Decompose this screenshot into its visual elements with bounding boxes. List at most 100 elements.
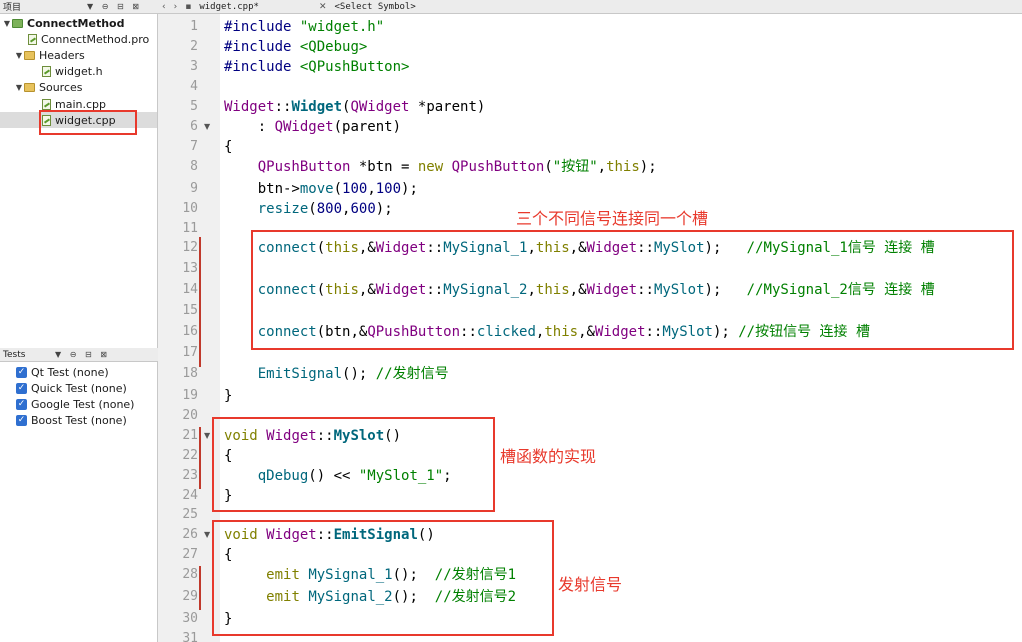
checkbox-checked-icon[interactable]: ✓ [16, 367, 27, 378]
filter-icon[interactable]: ▼ ⊖ ⊟ ⊠ [87, 2, 142, 11]
code-token: 100 [375, 181, 402, 197]
line-number: 20 [182, 408, 198, 423]
change-marker [199, 566, 201, 610]
change-marker [199, 237, 201, 367]
highlight-box-emit [212, 520, 554, 636]
test-item-boost[interactable]: ✓ Boost Test (none) [16, 413, 127, 428]
line-number: 26 [182, 527, 198, 542]
highlight-box-slot [212, 417, 495, 512]
tree-item-sources[interactable]: ▼ Sources [0, 79, 157, 95]
code-token: Widget [224, 99, 275, 115]
line-number: 24 [182, 488, 198, 503]
code-token: move [299, 181, 334, 197]
line-number: 27 [182, 547, 198, 562]
code-line[interactable]: Widget::Widget(QWidget *parent) [224, 97, 485, 117]
code-token: resize [257, 201, 309, 217]
project-panel-title: 项目 [3, 3, 22, 13]
code-token: 600 [350, 201, 376, 217]
line-number: 9 [190, 181, 198, 196]
code-line[interactable]: : QWidget(parent) [224, 117, 401, 137]
code-token: EmitSignal [257, 366, 343, 382]
chevron-down-icon[interactable]: ▼ [2, 19, 12, 28]
code-token: *parent) [409, 99, 486, 115]
line-number: 6 [190, 119, 198, 134]
code-line[interactable]: QPushButton *btn = new QPushButton("按钮",… [224, 157, 657, 177]
code-token: (parent) [333, 119, 402, 135]
code-token: 100 [342, 181, 368, 197]
chevron-down-icon[interactable]: ▼ [14, 83, 24, 92]
line-number: 30 [182, 611, 198, 626]
code-line[interactable]: EmitSignal(); //发射信号 [224, 364, 449, 384]
code-line[interactable]: btn->move(100,100); [224, 179, 418, 199]
test-item-quick[interactable]: ✓ Quick Test (none) [16, 381, 127, 396]
project-panel-toolbar: 项目 ▼ ⊖ ⊟ ⊠ [0, 0, 158, 14]
code-line[interactable]: #include <QPushButton> [224, 57, 409, 77]
tree-item-label: Headers [39, 48, 85, 62]
line-number: 18 [182, 366, 198, 381]
test-item-google[interactable]: ✓ Google Test (none) [16, 397, 134, 412]
code-token: { [224, 139, 233, 155]
tree-item-label: ConnectMethod [27, 16, 125, 30]
line-number: 13 [182, 261, 198, 276]
checkbox-checked-icon[interactable]: ✓ [16, 415, 27, 426]
code-token: QWidget [350, 99, 410, 115]
file-tab[interactable]: widget.cpp* [199, 2, 259, 12]
code-token: #include [224, 39, 292, 55]
checkbox-checked-icon[interactable]: ✓ [16, 399, 27, 410]
highlight-box-connect [251, 230, 1014, 350]
code-token: QWidget [274, 119, 334, 135]
tests-panel-toolbar: Tests ▼ ⊖ ⊟ ⊠ [0, 348, 158, 362]
tree-item-label: widget.h [55, 64, 103, 78]
code-line[interactable]: resize(800,600); [224, 199, 393, 219]
line-number: 2 [190, 39, 198, 54]
checkbox-checked-icon[interactable]: ✓ [16, 383, 27, 394]
fold-arrow-icon[interactable]: ▼ [204, 117, 210, 137]
line-number: 14 [182, 282, 198, 297]
fold-arrow-icon[interactable]: ▼ [204, 426, 210, 446]
filter-icon[interactable]: ▼ ⊖ ⊟ ⊠ [55, 350, 110, 359]
line-number: 28 [182, 567, 198, 582]
line-number: 15 [182, 303, 198, 318]
line-number: 21 [182, 428, 198, 443]
tree-item-widget-h[interactable]: widget.h [0, 63, 157, 79]
pro-file-icon [28, 33, 37, 45]
code-token: <QDebug> [291, 39, 368, 55]
close-icon[interactable]: ✕ [319, 2, 327, 12]
editor-toolbar: ‹ › ▪ widget.cpp* ✕ <Select Symbol> [158, 0, 1022, 14]
code-token: ( [308, 201, 317, 217]
line-number: 29 [182, 589, 198, 604]
line-number: 12 [182, 240, 198, 255]
change-marker [199, 427, 201, 489]
code-line[interactable]: #include <QDebug> [224, 37, 367, 57]
code-token: "widget.h" [291, 19, 385, 35]
line-number: 8 [190, 159, 198, 174]
code-line[interactable]: #include "widget.h" [224, 17, 384, 37]
line-number: 16 [182, 324, 198, 339]
fold-arrow-icon[interactable]: ▼ [204, 525, 210, 545]
project-panel: 项目 ▼ ⊖ ⊟ ⊠ ▼ ConnectMethod ConnectMethod… [0, 0, 158, 642]
code-token: , [597, 159, 607, 175]
code-token: new [417, 159, 444, 175]
tree-item-headers[interactable]: ▼ Headers [0, 47, 157, 63]
code-token: Widget [291, 99, 343, 115]
line-number: 19 [182, 388, 198, 403]
code-line[interactable]: { [224, 137, 232, 157]
forward-arrow-icon[interactable]: › [174, 2, 178, 12]
code-token: *btn = [350, 159, 418, 175]
test-item-label: Google Test (none) [31, 398, 135, 411]
code-token: #include [224, 19, 292, 35]
header-file-icon [42, 65, 51, 77]
back-arrow-icon[interactable]: ‹ [162, 2, 166, 12]
tree-item-pro-file[interactable]: ConnectMethod.pro [0, 31, 157, 47]
chevron-down-icon[interactable]: ▼ [14, 51, 24, 60]
code-token: } [224, 388, 233, 404]
tree-item-project[interactable]: ▼ ConnectMethod [0, 15, 157, 31]
test-item-qt[interactable]: ✓ Qt Test (none) [16, 365, 109, 380]
code-token: QPushButton [257, 159, 351, 175]
code-line[interactable]: } [224, 386, 232, 406]
code-token: this [606, 159, 640, 175]
symbol-selector[interactable]: <Select Symbol> [334, 2, 415, 12]
folder-icon [24, 50, 35, 60]
